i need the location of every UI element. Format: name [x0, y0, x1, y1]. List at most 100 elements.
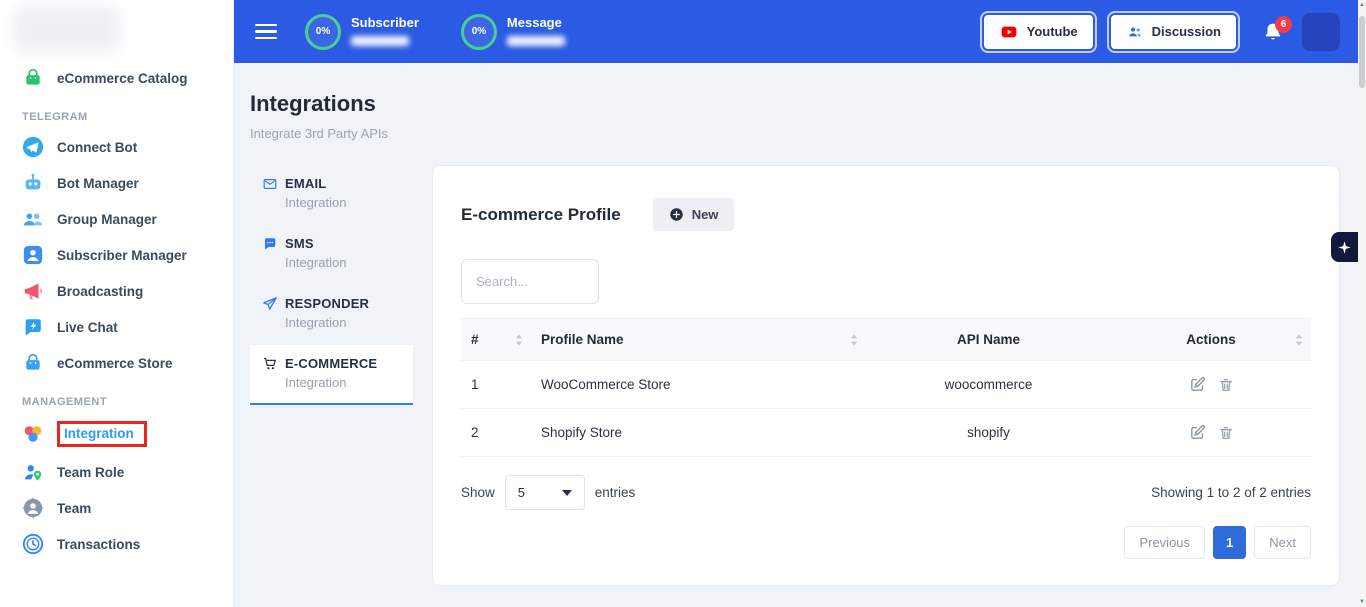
tab-title: E-COMMERCE: [285, 356, 377, 371]
hamburger-icon[interactable]: [255, 24, 277, 40]
shopping-bag-green-icon: [22, 67, 44, 89]
page-subtitle: Integrate 3rd Party APIs: [250, 126, 1340, 141]
table-row[interactable]: 1 WooCommerce Store woocommerce: [461, 361, 1311, 409]
profiles-table: # Profile Name API Name Actions: [461, 318, 1311, 457]
table-row[interactable]: 2 Shopify Store shopify: [461, 409, 1311, 457]
header-label: Actions: [1186, 332, 1236, 347]
discussion-button[interactable]: Discussion: [1111, 15, 1236, 49]
message-progress-ring: 0%: [461, 14, 497, 50]
tab-email-integration[interactable]: EMAIL Integration: [250, 165, 413, 223]
subscriber-stat-label: Subscriber: [351, 15, 419, 30]
sidebar-item-connect-bot[interactable]: Connect Bot: [0, 129, 233, 165]
scrollbar-thumb[interactable]: [1359, 16, 1365, 88]
sidebar-item-broadcasting[interactable]: Broadcasting: [0, 273, 233, 309]
avatar[interactable]: [1302, 13, 1340, 51]
scrollbar[interactable]: ▲ ▼: [1358, 0, 1366, 607]
tab-ecommerce-integration[interactable]: E-COMMERCE Integration: [250, 345, 413, 405]
cell-index: 1: [461, 361, 531, 409]
sidebar-item-label: Transactions: [57, 537, 140, 552]
sidebar-item-team[interactable]: Team: [0, 490, 233, 526]
entries-select-value: 5: [518, 485, 525, 500]
tab-subtitle: Integration: [262, 195, 401, 210]
live-chat-icon: [22, 316, 44, 338]
tab-title: EMAIL: [285, 176, 326, 191]
discussion-users-icon: [1126, 24, 1144, 40]
message-percent: 0%: [472, 26, 486, 37]
integration-circles-icon: [22, 423, 44, 445]
sidebar-section-management: MANAGEMENT: [0, 381, 233, 414]
page-1-button[interactable]: 1: [1213, 526, 1246, 559]
youtube-button[interactable]: Youtube: [984, 15, 1093, 49]
sidebar-item-live-chat[interactable]: Live Chat: [0, 309, 233, 345]
team-role-icon: [22, 461, 44, 483]
message-stat: 0% Message: [461, 14, 565, 50]
notifications-button[interactable]: 6: [1262, 21, 1284, 43]
telegram-plane-icon: [22, 136, 44, 158]
scroll-up-arrow[interactable]: ▲: [1358, 0, 1366, 10]
discussion-button-label: Discussion: [1152, 24, 1221, 39]
header-label: #: [471, 332, 479, 347]
sidebar-item-ecommerce-store[interactable]: eCommerce Store: [0, 345, 233, 381]
users-group-icon: [22, 208, 44, 230]
delete-icon[interactable]: [1218, 377, 1234, 393]
sidebar-item-label: Connect Bot: [57, 140, 137, 155]
plus-circle-icon: [669, 207, 684, 222]
tab-subtitle: Integration: [262, 315, 401, 330]
entries-select[interactable]: 5: [505, 475, 585, 510]
subscriber-stat: 0% Subscriber: [305, 14, 419, 50]
pagination: Previous 1 Next: [461, 526, 1311, 559]
cell-api-name: shopify: [866, 409, 1111, 457]
new-button[interactable]: New: [653, 198, 735, 231]
sort-icon[interactable]: [1295, 334, 1303, 346]
sidebar-item-label: Team Role: [57, 465, 124, 480]
edit-icon[interactable]: [1189, 376, 1206, 393]
notification-badge: 6: [1275, 16, 1292, 33]
delete-icon[interactable]: [1218, 425, 1234, 441]
header-label: API Name: [957, 332, 1020, 347]
sidebar-item-team-role[interactable]: Team Role: [0, 454, 233, 490]
tab-sms-integration[interactable]: SMS Integration: [250, 225, 413, 283]
next-page-button[interactable]: Next: [1254, 526, 1311, 559]
topbar-stats: 0% Subscriber 0% Message: [305, 14, 565, 50]
cell-profile-name: WooCommerce Store: [531, 361, 866, 409]
sparkle-icon: [1337, 240, 1352, 255]
subscriber-value-blurred: [351, 36, 409, 46]
megaphone-icon: [22, 280, 44, 302]
sidebar-item-group-manager[interactable]: Group Manager: [0, 201, 233, 237]
table-header-api-name[interactable]: API Name: [866, 319, 1111, 361]
new-button-label: New: [692, 207, 719, 222]
responder-icon: [262, 296, 278, 311]
sidebar-item-subscriber-manager[interactable]: Subscriber Manager: [0, 237, 233, 273]
cell-api-name: woocommerce: [866, 361, 1111, 409]
search-input[interactable]: [461, 259, 599, 304]
sidebar-item-bot-manager[interactable]: Bot Manager: [0, 165, 233, 201]
robot-icon: [22, 172, 44, 194]
tab-responder-integration[interactable]: RESPONDER Integration: [250, 285, 413, 343]
sidebar-item-integration[interactable]: Integration: [0, 414, 233, 454]
email-icon: [262, 177, 278, 191]
previous-page-button[interactable]: Previous: [1124, 526, 1205, 559]
cell-actions: [1111, 361, 1311, 409]
tab-subtitle: Integration: [262, 375, 401, 390]
app-logo: [14, 6, 119, 52]
shopping-bag-blue-icon: [22, 352, 44, 374]
assistant-fab[interactable]: [1331, 232, 1358, 262]
cell-profile-name: Shopify Store: [531, 409, 866, 457]
edit-icon[interactable]: [1189, 424, 1206, 441]
header-label: Profile Name: [541, 332, 624, 347]
scroll-down-arrow[interactable]: ▼: [1358, 597, 1366, 607]
message-stat-label: Message: [507, 15, 565, 30]
sidebar-item-label: Live Chat: [57, 320, 118, 335]
youtube-button-label: Youtube: [1027, 24, 1078, 39]
sidebar-item-ecommerce-catalog[interactable]: eCommerce Catalog: [0, 60, 233, 96]
sidebar-item-transactions[interactable]: Transactions: [0, 526, 233, 562]
table-header-profile-name[interactable]: Profile Name: [531, 319, 866, 361]
table-header-actions[interactable]: Actions: [1111, 319, 1311, 361]
sort-icon[interactable]: [850, 334, 858, 346]
sort-icon[interactable]: [515, 334, 523, 346]
chevron-down-icon: [562, 490, 572, 496]
table-header-index[interactable]: #: [461, 319, 531, 361]
tab-subtitle: Integration: [262, 255, 401, 270]
cart-icon: [262, 356, 278, 371]
tab-title: RESPONDER: [285, 296, 369, 311]
